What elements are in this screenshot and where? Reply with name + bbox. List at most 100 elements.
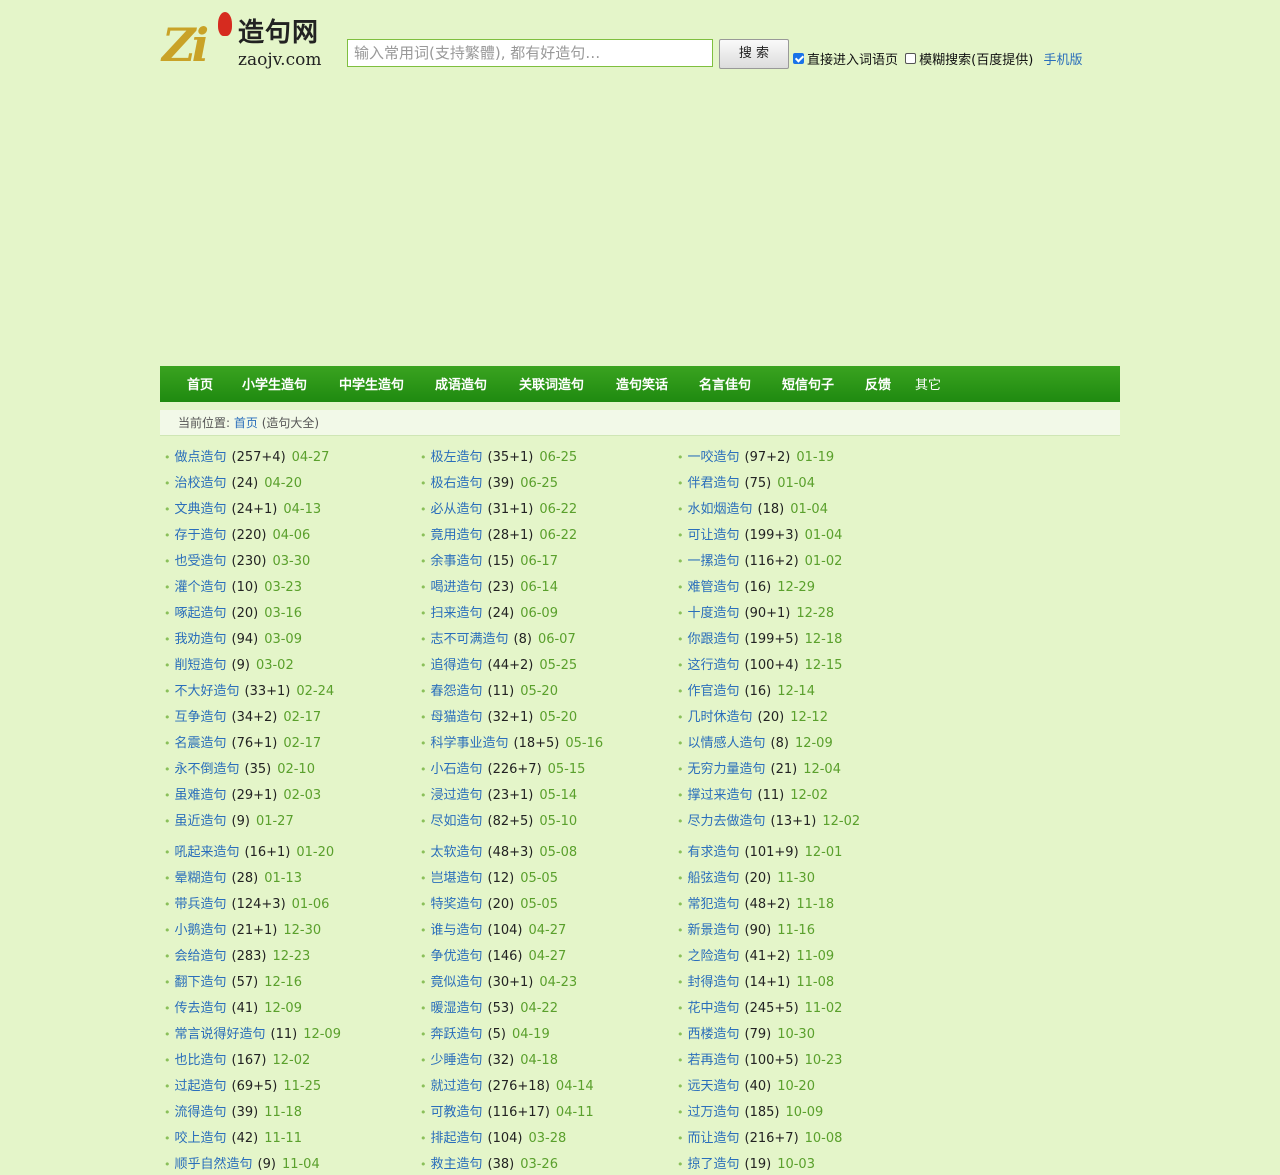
word-link[interactable]: 不大好造句: [175, 684, 240, 699]
word-link[interactable]: 封得造句: [688, 975, 740, 990]
word-link[interactable]: 极右造句: [431, 476, 483, 491]
word-link[interactable]: 晕糊造句: [175, 871, 227, 886]
word-link[interactable]: 名震造句: [175, 736, 227, 751]
direct-word-option[interactable]: 直接进入词语页: [793, 49, 898, 68]
word-link[interactable]: 治校造句: [175, 476, 227, 491]
word-link[interactable]: 极左造句: [431, 450, 483, 465]
word-link[interactable]: 太软造句: [431, 845, 483, 860]
word-link[interactable]: 你跟造句: [688, 632, 740, 647]
nav-item[interactable]: 中学生造句: [339, 366, 404, 402]
word-link[interactable]: 就过造句: [431, 1079, 483, 1094]
nav-item[interactable]: 其它: [915, 366, 941, 402]
word-link[interactable]: 这行造句: [688, 658, 740, 673]
word-link[interactable]: 小鹅造句: [175, 923, 227, 938]
word-link[interactable]: 掠了造句: [688, 1157, 740, 1172]
site-logo[interactable]: Zi 造句网 zaojv.com: [160, 10, 342, 72]
word-link[interactable]: 远天造句: [688, 1079, 740, 1094]
word-link[interactable]: 流得造句: [175, 1105, 227, 1120]
word-link[interactable]: 会给造句: [175, 949, 227, 964]
nav-item[interactable]: 造句笑话: [616, 366, 668, 402]
word-link[interactable]: 排起造句: [431, 1131, 483, 1146]
word-link[interactable]: 常言说得好造句: [175, 1027, 266, 1042]
word-link[interactable]: 小石造句: [431, 762, 483, 777]
search-input[interactable]: [347, 39, 713, 67]
word-link[interactable]: 顺乎自然造句: [175, 1157, 253, 1172]
word-link[interactable]: 之险造句: [688, 949, 740, 964]
word-link[interactable]: 尽力去做造句: [688, 814, 766, 829]
word-link[interactable]: 作官造句: [688, 684, 740, 699]
word-link[interactable]: 文典造句: [175, 502, 227, 517]
word-link[interactable]: 志不可满造句: [431, 632, 509, 647]
word-link[interactable]: 若再造句: [688, 1053, 740, 1068]
word-link[interactable]: 翻下造句: [175, 975, 227, 990]
word-link[interactable]: 有求造句: [688, 845, 740, 860]
search-button[interactable]: 搜 索: [719, 39, 789, 69]
word-link[interactable]: 咬上造句: [175, 1131, 227, 1146]
nav-item[interactable]: 小学生造句: [242, 366, 307, 402]
word-link[interactable]: 花中造句: [688, 1001, 740, 1016]
word-link[interactable]: 特奖造句: [431, 897, 483, 912]
word-link[interactable]: 岂堪造句: [431, 871, 483, 886]
word-link[interactable]: 伴君造句: [688, 476, 740, 491]
word-link[interactable]: 暖湿造句: [431, 1001, 483, 1016]
word-link[interactable]: 竟用造句: [431, 528, 483, 543]
word-link[interactable]: 无穷力量造句: [688, 762, 766, 777]
word-link[interactable]: 尽如造句: [431, 814, 483, 829]
word-link[interactable]: 争优造句: [431, 949, 483, 964]
word-link[interactable]: 也受造句: [175, 554, 227, 569]
word-link[interactable]: 科学事业造句: [431, 736, 509, 751]
word-link[interactable]: 存于造句: [175, 528, 227, 543]
word-link[interactable]: 过起造句: [175, 1079, 227, 1094]
word-link[interactable]: 几时休造句: [688, 710, 753, 725]
word-link[interactable]: 可让造句: [688, 528, 740, 543]
word-link[interactable]: 船弦造句: [688, 871, 740, 886]
word-link[interactable]: 常犯造句: [688, 897, 740, 912]
word-link[interactable]: 撑过来造句: [688, 788, 753, 803]
word-link[interactable]: 做点造句: [175, 450, 227, 465]
word-link[interactable]: 奔跃造句: [431, 1027, 483, 1042]
nav-item[interactable]: 短信句子: [782, 366, 834, 402]
word-link[interactable]: 虽近造句: [175, 814, 227, 829]
nav-item[interactable]: 名言佳句: [699, 366, 751, 402]
direct-word-checkbox[interactable]: [793, 53, 804, 64]
word-link[interactable]: 而让造句: [688, 1131, 740, 1146]
word-link[interactable]: 以情感人造句: [688, 736, 766, 751]
word-link[interactable]: 虽难造句: [175, 788, 227, 803]
word-link[interactable]: 啄起造句: [175, 606, 227, 621]
nav-item[interactable]: 关联词造句: [519, 366, 584, 402]
fuzzy-search-checkbox[interactable]: [905, 53, 917, 64]
word-link[interactable]: 浸过造句: [431, 788, 483, 803]
word-link[interactable]: 余事造句: [431, 554, 483, 569]
mobile-version-link[interactable]: 手机版: [1043, 53, 1082, 68]
word-link[interactable]: 新景造句: [688, 923, 740, 938]
word-link[interactable]: 必从造句: [431, 502, 483, 517]
word-link[interactable]: 灌个造句: [175, 580, 227, 595]
word-link[interactable]: 也比造句: [175, 1053, 227, 1068]
word-link[interactable]: 水如烟造句: [688, 502, 753, 517]
word-link[interactable]: 带兵造句: [175, 897, 227, 912]
word-link[interactable]: 难管造句: [688, 580, 740, 595]
nav-item[interactable]: 首页: [187, 366, 213, 402]
word-link[interactable]: 救主造句: [431, 1157, 483, 1172]
word-link[interactable]: 互争造句: [175, 710, 227, 725]
word-link[interactable]: 吼起来造句: [175, 845, 240, 860]
fuzzy-search-option[interactable]: 模糊搜索(百度提供): [905, 49, 1033, 68]
word-link[interactable]: 喝进造句: [431, 580, 483, 595]
word-link[interactable]: 扫来造句: [431, 606, 483, 621]
word-link[interactable]: 我劝造句: [175, 632, 227, 647]
word-link[interactable]: 一咬造句: [688, 450, 740, 465]
word-link[interactable]: 永不倒造句: [175, 762, 240, 777]
nav-item[interactable]: 反馈: [865, 366, 891, 402]
word-link[interactable]: 少睡造句: [431, 1053, 483, 1068]
word-link[interactable]: 母猫造句: [431, 710, 483, 725]
word-link[interactable]: 竟似造句: [431, 975, 483, 990]
word-link[interactable]: 传去造句: [175, 1001, 227, 1016]
word-link[interactable]: 过万造句: [688, 1105, 740, 1120]
word-link[interactable]: 可教造句: [431, 1105, 483, 1120]
word-link[interactable]: 十度造句: [688, 606, 740, 621]
word-link[interactable]: 一摞造句: [688, 554, 740, 569]
word-link[interactable]: 春怨造句: [431, 684, 483, 699]
word-link[interactable]: 谁与造句: [431, 923, 483, 938]
nav-item[interactable]: 成语造句: [435, 366, 487, 402]
breadcrumb-home-link[interactable]: 首页: [234, 416, 258, 430]
